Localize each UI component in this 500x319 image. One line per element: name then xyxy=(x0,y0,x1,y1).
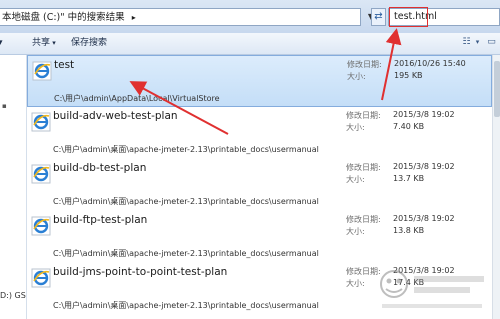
list-item[interactable]: test C:\用户\admin\AppData\Local\VirtualSt… xyxy=(27,55,492,107)
file-size: 195 KB xyxy=(394,71,423,80)
file-size: 13.7 KB xyxy=(393,174,425,183)
file-size: 7.40 KB xyxy=(393,122,425,131)
nav-marker-icon: ▪ xyxy=(2,102,7,110)
scrollbar-thumb[interactable] xyxy=(494,61,500,117)
file-name: build-ftp-test-plan xyxy=(53,214,148,226)
file-path: C:\用户\admin\桌面\apache-jmeter-2.13\printa… xyxy=(53,145,319,154)
share-button[interactable]: 共享 ▾ xyxy=(32,37,56,50)
view-options-icon[interactable]: ☷ xyxy=(461,37,472,48)
file-name: test xyxy=(54,59,75,71)
file-path: C:\用户\admin\桌面\apache-jmeter-2.13\printa… xyxy=(53,301,319,310)
share-label: 共享 xyxy=(32,38,51,48)
vertical-scrollbar[interactable] xyxy=(492,55,500,319)
file-size: 13.8 KB xyxy=(393,226,425,235)
modified-date: 2015/3/8 19:02 xyxy=(393,214,455,223)
modified-label: 修改日期: xyxy=(346,215,381,224)
chevron-down-icon: ▾ xyxy=(50,39,56,47)
ie-html-icon xyxy=(32,61,52,81)
list-item[interactable]: build-ftp-test-plan C:\用户\admin\桌面\apach… xyxy=(27,211,492,263)
file-path: C:\用户\admin\桌面\apache-jmeter-2.13\printa… xyxy=(53,197,319,206)
ie-html-icon xyxy=(31,164,51,184)
address-bar: 本地磁盘 (C:)" 中的搜索结果 ▸ ▼ ⇄ test.html xyxy=(0,0,500,34)
ie-html-icon xyxy=(31,216,51,236)
breadcrumb[interactable]: 本地磁盘 (C:)" 中的搜索结果 ▸ xyxy=(0,8,361,26)
explorer-window: 本地磁盘 (C:)" 中的搜索结果 ▸ ▼ ⇄ test.html ▾ 共享 ▾… xyxy=(0,0,500,319)
navigation-pane: ▪ D:) GS xyxy=(0,55,27,319)
file-path: C:\用户\admin\AppData\Local\VirtualStore xyxy=(54,94,220,103)
modified-date: 2015/3/8 19:02 xyxy=(393,162,455,171)
breadcrumb-arrow-icon[interactable]: ▸ xyxy=(132,13,136,22)
annotation-highlight-box xyxy=(389,7,428,27)
modified-label: 修改日期: xyxy=(346,111,381,120)
save-search-button[interactable]: 保存搜索 xyxy=(71,37,107,50)
size-label: 大小: xyxy=(346,227,365,236)
nav-drive-label[interactable]: D:) GS xyxy=(0,291,26,300)
list-item[interactable]: build-db-test-plan C:\用户\admin\桌面\apache… xyxy=(27,159,492,211)
chevron-down-icon[interactable]: ▾ xyxy=(472,37,483,48)
modified-date: 2016/10/26 15:40 xyxy=(394,59,466,68)
file-name: build-db-test-plan xyxy=(53,162,147,174)
command-bar: ▾ 共享 ▾ 保存搜索 ☷ ▾ ▭ xyxy=(0,33,500,55)
modified-date: 2015/3/8 19:02 xyxy=(393,110,455,119)
refresh-icon[interactable]: ⇄ xyxy=(371,8,386,26)
collapse-arrow-icon[interactable]: ▾ xyxy=(0,37,3,50)
list-item[interactable]: build-adv-web-test-plan C:\用户\admin\桌面\a… xyxy=(27,107,492,159)
file-name: build-jms-point-to-point-test-plan xyxy=(53,266,228,278)
ie-html-icon xyxy=(31,112,51,132)
modified-label: 修改日期: xyxy=(347,60,382,69)
file-name: build-adv-web-test-plan xyxy=(53,110,178,122)
ie-html-icon xyxy=(31,268,51,288)
size-label: 大小: xyxy=(347,72,366,81)
size-label: 大小: xyxy=(346,279,365,288)
watermark-logo xyxy=(380,270,484,308)
save-search-label: 保存搜索 xyxy=(71,38,108,48)
modified-label: 修改日期: xyxy=(346,163,381,172)
size-label: 大小: xyxy=(346,175,365,184)
size-label: 大小: xyxy=(346,123,365,132)
breadcrumb-label: 本地磁盘 (C:)" 中的搜索结果 xyxy=(2,12,125,23)
file-path: C:\用户\admin\桌面\apache-jmeter-2.13\printa… xyxy=(53,249,319,258)
preview-pane-icon[interactable]: ▭ xyxy=(486,37,497,48)
